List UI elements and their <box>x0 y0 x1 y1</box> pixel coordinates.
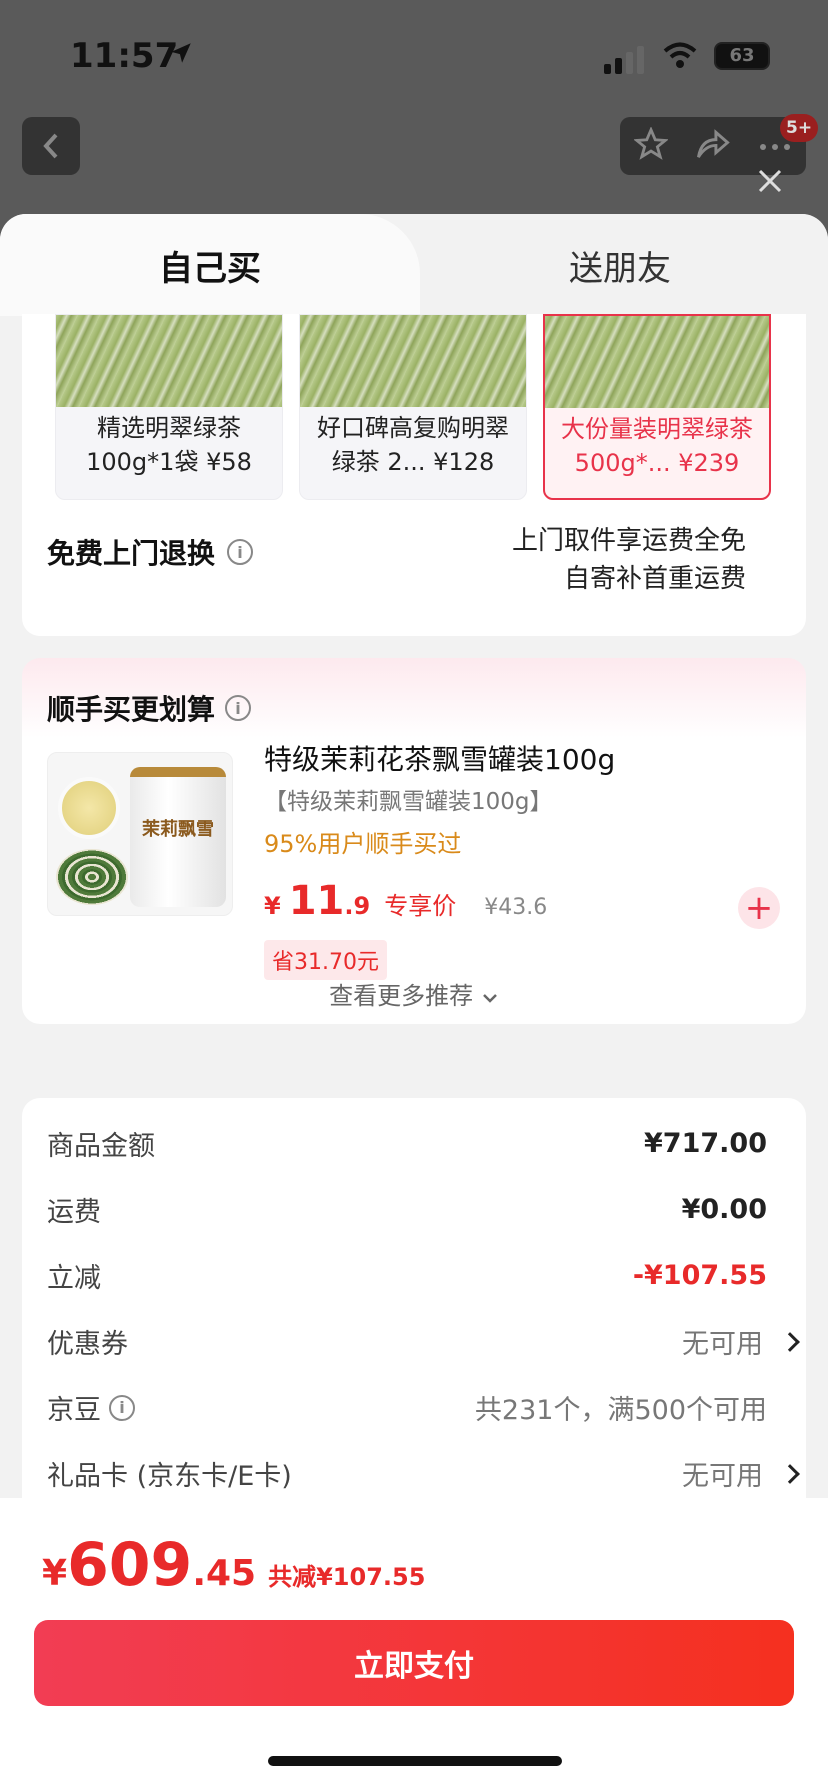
chevron-left-icon <box>43 133 58 159</box>
summary-label: 礼品卡 (京东卡/E卡) <box>47 1461 292 1492</box>
battery-icon: 63 <box>714 42 770 70</box>
price-label: 专享价 <box>384 892 457 920</box>
notification-badge: 5+ <box>780 114 819 142</box>
status-time: 11:57 <box>70 36 179 76</box>
sku-image <box>56 315 282 407</box>
returns-title-row: 免费上门退换 i <box>47 532 254 572</box>
purchase-tabs: 自己买 送朋友 <box>0 214 828 316</box>
total-symbol: ¥ <box>42 1553 68 1594</box>
returns-description: 上门取件享运费全免 自寄补首重运费 <box>512 522 746 598</box>
summary-label: 京豆 <box>47 1395 101 1426</box>
tea-leaves-image <box>56 849 128 905</box>
sku-image <box>300 315 526 407</box>
sku-options: 精选明翠绿茶100g*1袋 ¥58 好口碑高复购明翠绿茶 2... ¥128 大… <box>55 314 771 500</box>
returns-line-2: 自寄补首重运费 <box>563 564 746 594</box>
cellular-signal-icon <box>604 46 644 74</box>
sku-option[interactable]: 好口碑高复购明翠绿茶 2... ¥128 <box>299 314 527 500</box>
addon-product-name[interactable]: 特级茉莉花茶飘雪罐装100g <box>264 738 615 778</box>
addon-bought-rate: 95%用户顺手买过 <box>264 830 462 858</box>
original-price: ¥43.6 <box>484 895 548 920</box>
summary-value: -¥107.55 <box>632 1260 767 1291</box>
addon-product-spec: 【特级茉莉飘雪罐装100g】 <box>264 789 553 815</box>
info-icon[interactable]: i <box>109 1394 135 1421</box>
summary-label: 立减 <box>47 1263 101 1294</box>
total-integer: 609 <box>67 1530 193 1600</box>
sku-label: 好口碑高复购明翠绿茶 2... ¥128 <box>317 414 509 476</box>
tea-can-image: 茉莉飘雪 <box>130 767 226 907</box>
summary-row-jd-beans: 京豆 i 共231个，满500个可用 <box>47 1388 767 1427</box>
price-symbol: ¥ <box>264 892 281 920</box>
summary-label: 优惠券 <box>47 1329 128 1360</box>
returns-title: 免费上门退换 <box>47 537 216 570</box>
total-saved: 共减¥107.55 <box>268 1563 426 1591</box>
checkout-sheet: 自己买 送朋友 精选明翠绿茶100g*1袋 ¥58 好口碑高复购明翠绿茶 2..… <box>0 214 828 1792</box>
tab-send-to-friend[interactable]: 送朋友 <box>500 214 740 316</box>
back-button[interactable] <box>22 117 80 175</box>
view-more-label: 查看更多推荐 <box>329 982 474 1010</box>
summary-label: 商品金额 <box>47 1131 155 1162</box>
price-decimal: .9 <box>344 892 371 920</box>
chevron-right-icon <box>780 1331 800 1352</box>
summary-value: 无可用 <box>682 1461 763 1492</box>
location-arrow-icon <box>168 40 194 70</box>
chevron-right-icon <box>780 1463 800 1484</box>
status-bar: 11:57 63 <box>0 28 828 84</box>
close-icon[interactable] <box>752 163 788 199</box>
addon-price: ¥ 11 .9 专享价 ¥43.6 <box>264 878 547 924</box>
summary-row-goods: 商品金额 ¥717.00 <box>47 1124 767 1163</box>
addon-title-row: 顺手买更划算 i <box>47 688 252 728</box>
sku-option-selected[interactable]: 大份量装明翠绿茶 500g*... ¥239 <box>543 314 771 500</box>
addon-recommendation-card: 顺手买更划算 i 茉莉飘雪 特级茉莉花茶飘雪罐装100g 【特级茉莉飘雪罐装10… <box>22 658 806 1024</box>
sku-label: 大份量装明翠绿茶 500g*... ¥239 <box>561 415 753 477</box>
chevron-down-icon <box>481 982 499 1010</box>
total-price: ¥ 609 .45 共减¥107.55 <box>42 1530 425 1600</box>
addon-product-image[interactable]: 茉莉飘雪 <box>47 752 233 916</box>
summary-value: ¥717.00 <box>644 1128 767 1159</box>
add-to-order-button[interactable]: + <box>738 887 780 929</box>
addon-title: 顺手买更划算 <box>47 693 216 726</box>
plus-icon: + <box>744 888 774 928</box>
checkout-footer: ¥ 609 .45 共减¥107.55 立即支付 <box>0 1498 828 1792</box>
summary-value: 共231个，满500个可用 <box>474 1395 767 1426</box>
summary-row-shipping: 运费 ¥0.00 <box>47 1190 767 1229</box>
summary-row-coupon[interactable]: 优惠券 无可用 <box>47 1322 800 1361</box>
sku-and-returns-card: 精选明翠绿茶100g*1袋 ¥58 好口碑高复购明翠绿茶 2... ¥128 大… <box>22 314 806 636</box>
home-indicator <box>268 1756 562 1766</box>
wifi-icon <box>663 42 697 74</box>
summary-value-group: 无可用 <box>682 1454 800 1493</box>
sku-image <box>545 316 769 408</box>
summary-value: 无可用 <box>682 1329 763 1360</box>
info-icon[interactable]: i <box>227 539 254 565</box>
tab-buy-for-self[interactable]: 自己买 <box>0 214 420 316</box>
summary-row-gift-card[interactable]: 礼品卡 (京东卡/E卡) 无可用 <box>47 1454 800 1493</box>
price-integer: 11 <box>288 878 345 924</box>
sku-label: 精选明翠绿茶100g*1袋 ¥58 <box>86 414 252 476</box>
star-icon[interactable] <box>632 126 669 165</box>
summary-value: ¥0.00 <box>681 1194 767 1225</box>
info-icon[interactable]: i <box>225 695 252 721</box>
view-more-recommendations[interactable]: 查看更多推荐 <box>22 976 806 1011</box>
summary-row-discount: 立减 -¥107.55 <box>47 1256 767 1295</box>
sku-option[interactable]: 精选明翠绿茶100g*1袋 ¥58 <box>55 314 283 500</box>
pay-now-button[interactable]: 立即支付 <box>34 1620 794 1706</box>
summary-label: 运费 <box>47 1197 101 1228</box>
can-label: 茉莉飘雪 <box>142 819 214 840</box>
returns-line-1: 上门取件享运费全免 <box>511 526 746 556</box>
summary-label-group: 京豆 i <box>47 1388 135 1427</box>
summary-value-group: 无可用 <box>682 1322 800 1361</box>
total-decimal: .45 <box>192 1553 257 1594</box>
share-icon[interactable] <box>695 128 731 164</box>
savings-badge: 省31.70元 <box>264 940 387 980</box>
tea-cup-image <box>58 777 120 839</box>
